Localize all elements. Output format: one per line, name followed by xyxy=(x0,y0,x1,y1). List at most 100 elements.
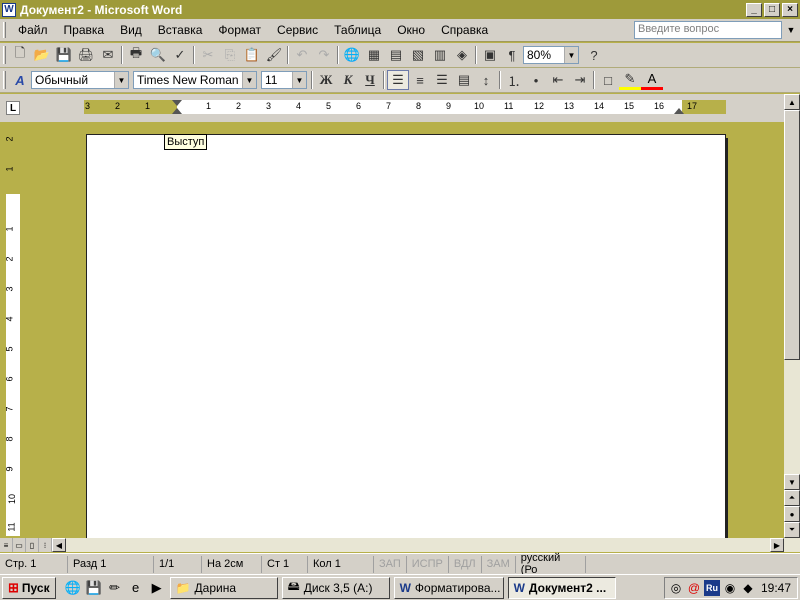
chevron-down-icon[interactable]: ▼ xyxy=(114,72,128,88)
print-preview-icon[interactable]: 🔍 xyxy=(147,45,169,65)
next-page-icon[interactable]: ⏷ xyxy=(784,522,800,538)
pencil-icon[interactable]: ✏ xyxy=(106,579,124,597)
antivirus-icon[interactable]: ◆ xyxy=(740,580,756,596)
menu-help[interactable]: Справка xyxy=(433,23,496,37)
permission-icon[interactable]: 🖨 xyxy=(75,45,97,65)
justify-icon[interactable]: ▤ xyxy=(453,70,475,90)
cut-icon[interactable]: ✂ xyxy=(197,45,219,65)
paste-icon[interactable]: 📋 xyxy=(241,45,263,65)
chevron-down-icon[interactable]: ▼ xyxy=(292,72,306,88)
redo-icon[interactable]: ↷ xyxy=(313,45,335,65)
menu-edit[interactable]: Правка xyxy=(56,23,113,37)
hanging-indent-marker[interactable] xyxy=(172,108,182,114)
decrease-indent-icon[interactable]: ⇤ xyxy=(547,70,569,90)
volume-icon[interactable]: ◉ xyxy=(722,580,738,596)
print-layout-icon[interactable]: ▯ xyxy=(26,538,39,552)
language-icon[interactable]: Ru xyxy=(704,580,720,596)
task-darina[interactable]: 📁 Дарина xyxy=(169,576,278,599)
normal-view-icon[interactable]: ≡ xyxy=(0,538,13,552)
font-size-select[interactable]: 11 ▼ xyxy=(261,71,307,89)
numbering-icon[interactable]: ⒈ xyxy=(503,70,525,90)
media-player-icon[interactable]: ▶ xyxy=(148,579,166,597)
tables-borders-icon[interactable]: ▦ xyxy=(363,45,385,65)
font-select[interactable]: Times New Roman ▼ xyxy=(133,71,257,89)
toolbar-grip[interactable] xyxy=(3,71,6,89)
tab-selector[interactable]: L xyxy=(6,101,20,115)
menu-grip[interactable] xyxy=(3,22,6,38)
undo-icon[interactable]: ↶ xyxy=(291,45,313,65)
drawing-icon[interactable]: ◈ xyxy=(451,45,473,65)
start-button[interactable]: ⊞ Пуск xyxy=(2,576,56,599)
status-ext[interactable]: ВДЛ xyxy=(449,555,482,573)
style-select[interactable]: Обычный ▼ xyxy=(31,71,129,89)
format-painter-icon[interactable]: 🖌 xyxy=(263,45,285,65)
underline-button[interactable]: Ч xyxy=(359,70,381,90)
bold-button[interactable]: Ж xyxy=(315,70,337,90)
document-map-icon[interactable]: ▣ xyxy=(479,45,501,65)
vertical-ruler[interactable]: 2 1 1 2 3 4 5 6 7 8 9 10 11 xyxy=(5,128,20,536)
menu-file[interactable]: Файл xyxy=(10,23,56,37)
menu-view[interactable]: Вид xyxy=(112,23,150,37)
right-indent-marker[interactable] xyxy=(674,108,684,114)
email-icon[interactable]: ✉ xyxy=(97,45,119,65)
task-document2[interactable]: W Документ2 ... xyxy=(507,576,616,599)
menu-window[interactable]: Окно xyxy=(389,23,433,37)
copy-icon[interactable]: ⎘ xyxy=(219,45,241,65)
status-trk[interactable]: ИСПР xyxy=(407,555,449,573)
styles-formatting-icon[interactable]: A xyxy=(9,70,31,90)
insert-table-icon[interactable]: ▤ xyxy=(385,45,407,65)
web-view-icon[interactable]: ▭ xyxy=(13,538,26,552)
scroll-up-icon[interactable]: ▲ xyxy=(784,94,800,110)
new-document-icon[interactable]: 🗋 xyxy=(9,45,31,65)
clock[interactable]: 19:47 xyxy=(761,581,791,595)
task-floppy[interactable]: 🖴 Диск 3,5 (A:) xyxy=(281,576,390,599)
font-color-icon[interactable]: A xyxy=(641,70,663,90)
help-icon[interactable]: ? xyxy=(583,45,605,65)
first-line-indent-marker[interactable] xyxy=(172,100,182,106)
save-icon[interactable]: 💾 xyxy=(53,45,75,65)
ask-dropdown-icon[interactable]: ▼ xyxy=(784,22,798,38)
highlight-icon[interactable]: ✎ xyxy=(619,70,641,90)
ask-question-input[interactable]: Введите вопрос xyxy=(634,21,782,39)
mail-agent-icon[interactable]: @ xyxy=(686,580,702,596)
floppy-icon[interactable]: 💾 xyxy=(85,579,103,597)
borders-icon[interactable]: □ xyxy=(597,70,619,90)
show-hide-icon[interactable]: ¶ xyxy=(501,45,523,65)
menu-table[interactable]: Таблица xyxy=(326,23,389,37)
open-folder-icon[interactable]: 📂 xyxy=(31,45,53,65)
browser-icon[interactable]: 🌐 xyxy=(64,579,82,597)
align-left-icon[interactable]: ☰ xyxy=(387,70,409,90)
line-spacing-icon[interactable]: ↕ xyxy=(475,70,497,90)
vertical-scrollbar[interactable]: ▲ ▼ ⏶ ● ⏷ xyxy=(784,94,800,538)
menu-tools[interactable]: Сервис xyxy=(269,23,326,37)
bullets-icon[interactable]: • xyxy=(525,70,547,90)
chevron-down-icon[interactable]: ▼ xyxy=(564,47,578,63)
print-icon[interactable]: 🖶 xyxy=(125,45,147,65)
scroll-down-icon[interactable]: ▼ xyxy=(784,474,800,490)
columns-icon[interactable]: ▥ xyxy=(429,45,451,65)
align-center-icon[interactable]: ≡ xyxy=(409,70,431,90)
close-button[interactable]: × xyxy=(782,2,798,17)
minimize-button[interactable]: _ xyxy=(746,2,762,17)
menu-insert[interactable]: Вставка xyxy=(150,23,211,37)
increase-indent-icon[interactable]: ⇥ xyxy=(569,70,591,90)
scroll-thumb[interactable] xyxy=(784,110,800,360)
horizontal-scrollbar[interactable]: ≡ ▭ ▯ ⁝ ◀ ▶ xyxy=(0,538,800,552)
italic-button[interactable]: К xyxy=(337,70,359,90)
insert-excel-icon[interactable]: ▧ xyxy=(407,45,429,65)
internet-explorer-icon[interactable]: e xyxy=(127,579,145,597)
hyperlink-icon[interactable]: 🌐 xyxy=(341,45,363,65)
status-rec[interactable]: ЗАП xyxy=(374,555,407,573)
outline-view-icon[interactable]: ⁝ xyxy=(39,538,52,552)
zoom-select[interactable]: 80% ▼ xyxy=(523,46,579,64)
status-ovr[interactable]: ЗАМ xyxy=(482,555,516,573)
horizontal-ruler[interactable]: 3 2 1 1 2 3 4 5 6 7 8 9 10 11 12 13 14 1… xyxy=(84,100,726,114)
spelling-icon[interactable]: ✓ xyxy=(169,45,191,65)
chevron-down-icon[interactable]: ▼ xyxy=(242,72,256,88)
scroll-right-icon[interactable]: ▶ xyxy=(770,538,784,552)
scroll-left-icon[interactable]: ◀ xyxy=(52,538,66,552)
align-right-icon[interactable]: ☰ xyxy=(431,70,453,90)
network-icon[interactable]: ◎ xyxy=(668,580,684,596)
document-page[interactable] xyxy=(86,134,726,538)
task-formatting[interactable]: W Форматирова... xyxy=(393,576,504,599)
